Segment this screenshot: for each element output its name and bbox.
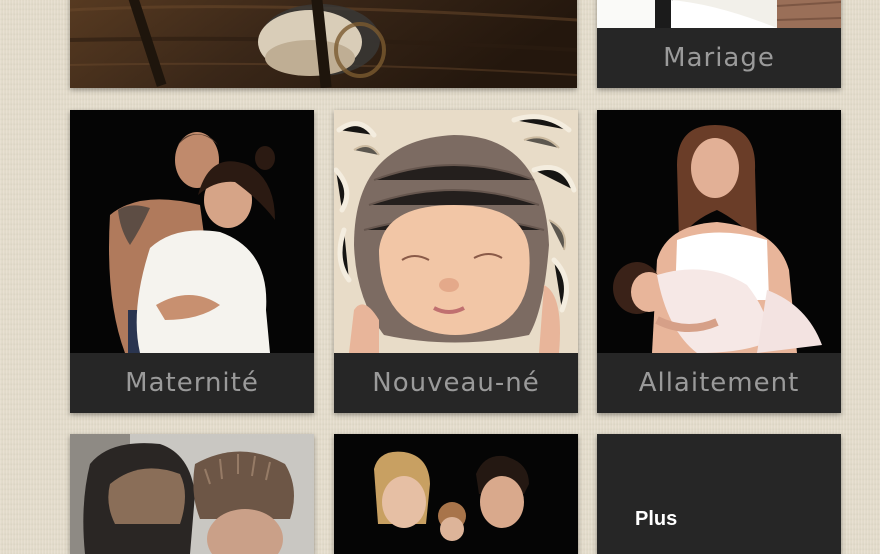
wedding-photo bbox=[597, 0, 841, 28]
gallery-tile-famille[interactable] bbox=[334, 434, 578, 554]
gallery-tile-maternite[interactable]: Maternité bbox=[70, 110, 314, 413]
gallery-tile-plus[interactable]: Plus bbox=[597, 434, 841, 554]
tile-caption-maternite: Maternité bbox=[70, 353, 314, 413]
family-photo bbox=[334, 434, 578, 554]
newborn-photo bbox=[334, 110, 578, 353]
hourglass-photo bbox=[70, 0, 577, 88]
gallery-tile-allaitement[interactable]: Allaitement bbox=[597, 110, 841, 413]
winter-couple-photo bbox=[70, 434, 314, 554]
gallery-tile-mariage[interactable]: Mariage bbox=[597, 0, 841, 88]
tile-caption-mariage: Mariage bbox=[597, 28, 841, 88]
breastfeeding-photo bbox=[597, 110, 841, 353]
gallery-tile-hourglass[interactable] bbox=[70, 0, 577, 88]
tile-caption-allaitement: Allaitement bbox=[597, 353, 841, 413]
gallery-tile-winter[interactable] bbox=[70, 434, 314, 554]
maternity-photo bbox=[70, 110, 314, 353]
gallery-tile-nouveau-ne[interactable]: Nouveau-né bbox=[334, 110, 578, 413]
tile-caption-nouveau-ne: Nouveau-né bbox=[334, 353, 578, 413]
